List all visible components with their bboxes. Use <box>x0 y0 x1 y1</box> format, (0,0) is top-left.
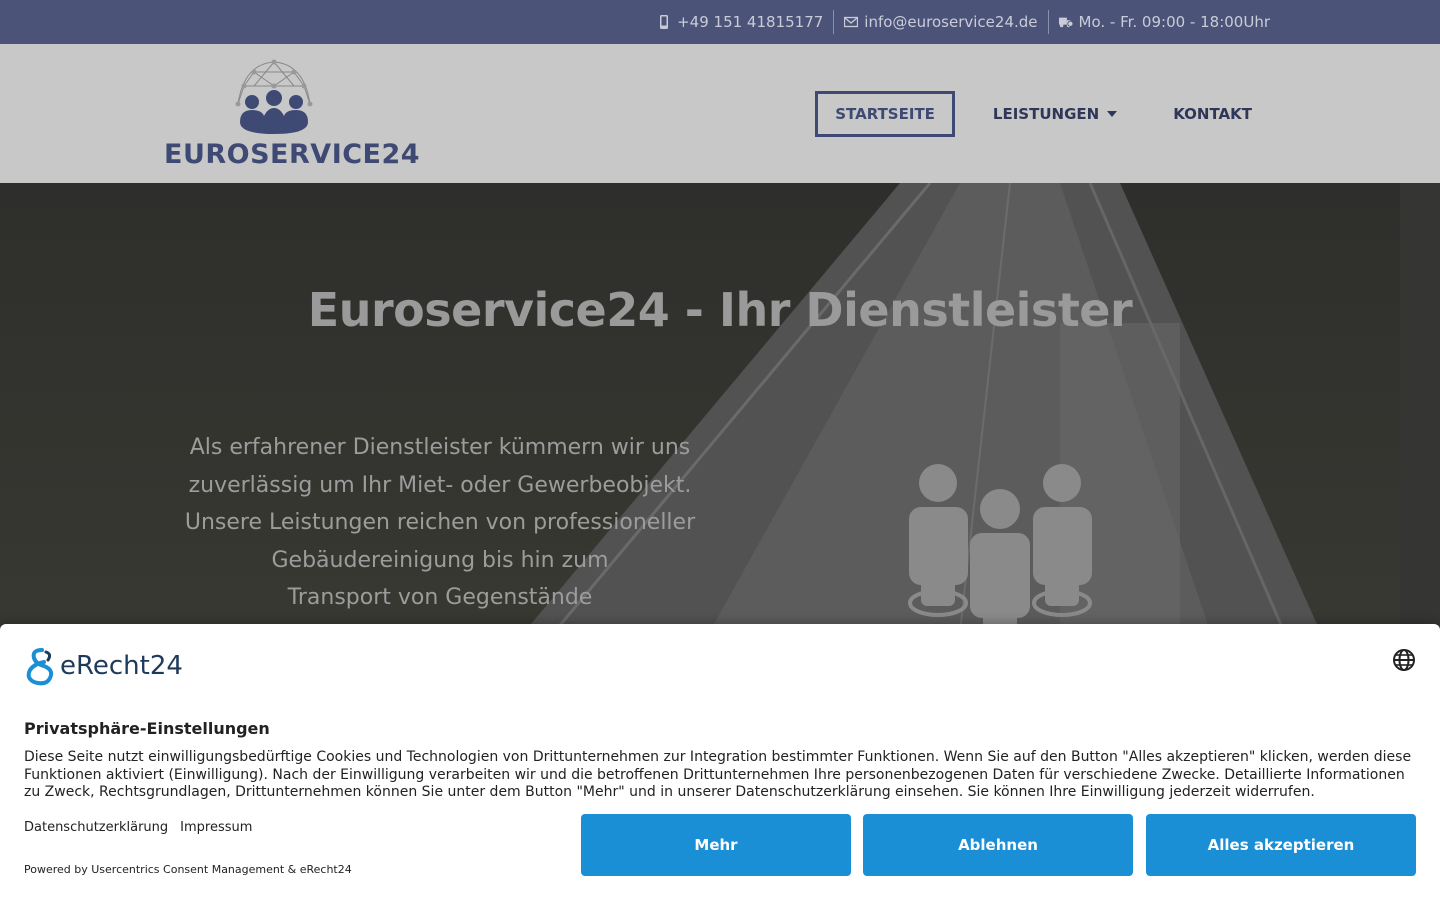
mobile-phone-icon <box>660 15 669 29</box>
nav-label: STARTSEITE <box>835 105 935 123</box>
globe-language-icon[interactable] <box>1392 648 1416 672</box>
nav-label: LEISTUNGEN <box>992 105 1100 123</box>
nav-item-startseite[interactable]: STARTSEITE <box>815 91 955 137</box>
more-button[interactable]: Mehr <box>581 814 851 876</box>
email-address: info@euroservice24.de <box>864 13 1038 31</box>
hero-line: Unsere Leistungen reichen von profession… <box>184 510 696 535</box>
nav-item-kontakt[interactable]: KONTAKT <box>1155 92 1270 136</box>
team-people-icon <box>908 464 1092 631</box>
privacy-policy-link[interactable]: Datenschutzerklärung <box>24 820 168 835</box>
nav-item-leistungen[interactable]: LEISTUNGEN <box>975 92 1135 136</box>
site-logo[interactable]: EUROSERVICE24 <box>164 58 420 170</box>
email-link[interactable]: info@euroservice24.de <box>834 10 1047 34</box>
truck-clock-icon <box>1058 17 1073 28</box>
opening-hours: Mo. - Fr. 09:00 - 18:00Uhr <box>1049 10 1281 34</box>
top-bar: +49 151 41815177 info@euroservice24.de M… <box>0 0 1440 44</box>
people-network-logo-icon <box>235 59 313 134</box>
phone-number: +49 151 41815177 <box>677 13 824 31</box>
deny-button[interactable]: Ablehnen <box>863 814 1133 876</box>
hero-title: Euroservice24 - Ihr Dienstleister <box>307 283 1133 337</box>
hours-text: Mo. - Fr. 09:00 - 18:00Uhr <box>1078 13 1271 31</box>
cookie-consent-banner: eRecht24 Privatsphäre-Einstellungen Dies… <box>0 624 1440 900</box>
site-header: EUROSERVICE24 STARTSEITE LEISTUNGEN KONT… <box>0 44 1440 183</box>
envelope-icon <box>844 16 859 28</box>
phone-link[interactable]: +49 151 41815177 <box>647 10 833 34</box>
hero-description: Als erfahrener Dienstleister kümmern wir… <box>180 429 700 617</box>
logo-wordmark: EUROSERVICE24 <box>164 139 421 170</box>
powered-by-text: Powered by Usercentrics Consent Manageme… <box>24 863 352 876</box>
nav-label: KONTAKT <box>1173 105 1252 123</box>
accept-all-button[interactable]: Alles akzeptieren <box>1146 814 1416 876</box>
imprint-link[interactable]: Impressum <box>180 820 252 835</box>
hero-line: Als erfahrener Dienstleister kümmern wir… <box>189 435 691 460</box>
erecht24-mark-icon <box>26 648 54 686</box>
erecht24-logo: eRecht24 <box>24 646 183 686</box>
consent-links: Datenschutzerklärung Impressum <box>24 820 252 835</box>
hero-line: Gebäudereinigung bis hin zum <box>271 547 609 573</box>
main-navigation: STARTSEITE LEISTUNGEN KONTAKT <box>815 91 1270 137</box>
caret-down-icon <box>1107 111 1118 117</box>
hero-line: Transport von Gegenstände <box>287 585 593 610</box>
consent-title: Privatsphäre-Einstellungen <box>24 719 270 738</box>
hero-line: zuverlässig um Ihr Miet- oder Gewerbeobj… <box>188 472 692 498</box>
erecht24-wordmark: eRecht24 <box>60 651 183 681</box>
contact-info: +49 151 41815177 info@euroservice24.de M… <box>647 0 1280 44</box>
consent-description: Diese Seite nutzt einwilligungsbedürftig… <box>24 749 1412 801</box>
